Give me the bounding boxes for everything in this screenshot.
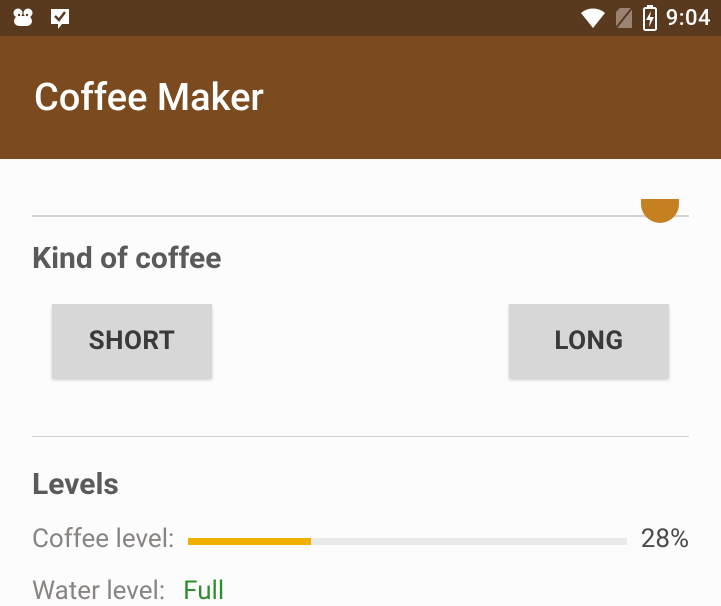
overflow-badge <box>641 199 679 223</box>
divider <box>32 436 689 438</box>
water-level-row: Water level: Full <box>32 576 689 606</box>
status-right: 9:04 <box>580 5 711 31</box>
coffee-level-row: Coffee level: 28% <box>32 524 689 554</box>
status-left <box>10 6 72 30</box>
coffee-kind-buttons: SHORT LONG <box>32 304 689 378</box>
kind-of-coffee-title: Kind of coffee <box>32 241 689 276</box>
coffee-level-fill <box>188 538 311 545</box>
no-sim-icon <box>614 6 634 30</box>
main-content: Kind of coffee SHORT LONG Levels Coffee … <box>0 215 721 606</box>
checkmark-app-icon <box>48 6 72 30</box>
status-time: 9:04 <box>666 6 711 31</box>
water-level-label: Water level: <box>32 576 165 606</box>
battery-charging-icon <box>642 5 658 31</box>
divider <box>32 215 689 217</box>
levels-title: Levels <box>32 467 689 502</box>
coffee-level-progress <box>188 538 626 545</box>
short-button[interactable]: SHORT <box>52 304 212 378</box>
app-title: Coffee Maker <box>34 76 264 120</box>
status-bar: 9:04 <box>0 0 721 36</box>
coffee-level-label: Coffee level: <box>32 524 174 554</box>
coffee-level-value: 28% <box>641 524 689 554</box>
wifi-icon <box>580 7 606 29</box>
water-level-value: Full <box>183 576 224 606</box>
android-icon <box>10 6 36 30</box>
long-button[interactable]: LONG <box>509 304 669 378</box>
app-bar: Coffee Maker <box>0 36 721 159</box>
